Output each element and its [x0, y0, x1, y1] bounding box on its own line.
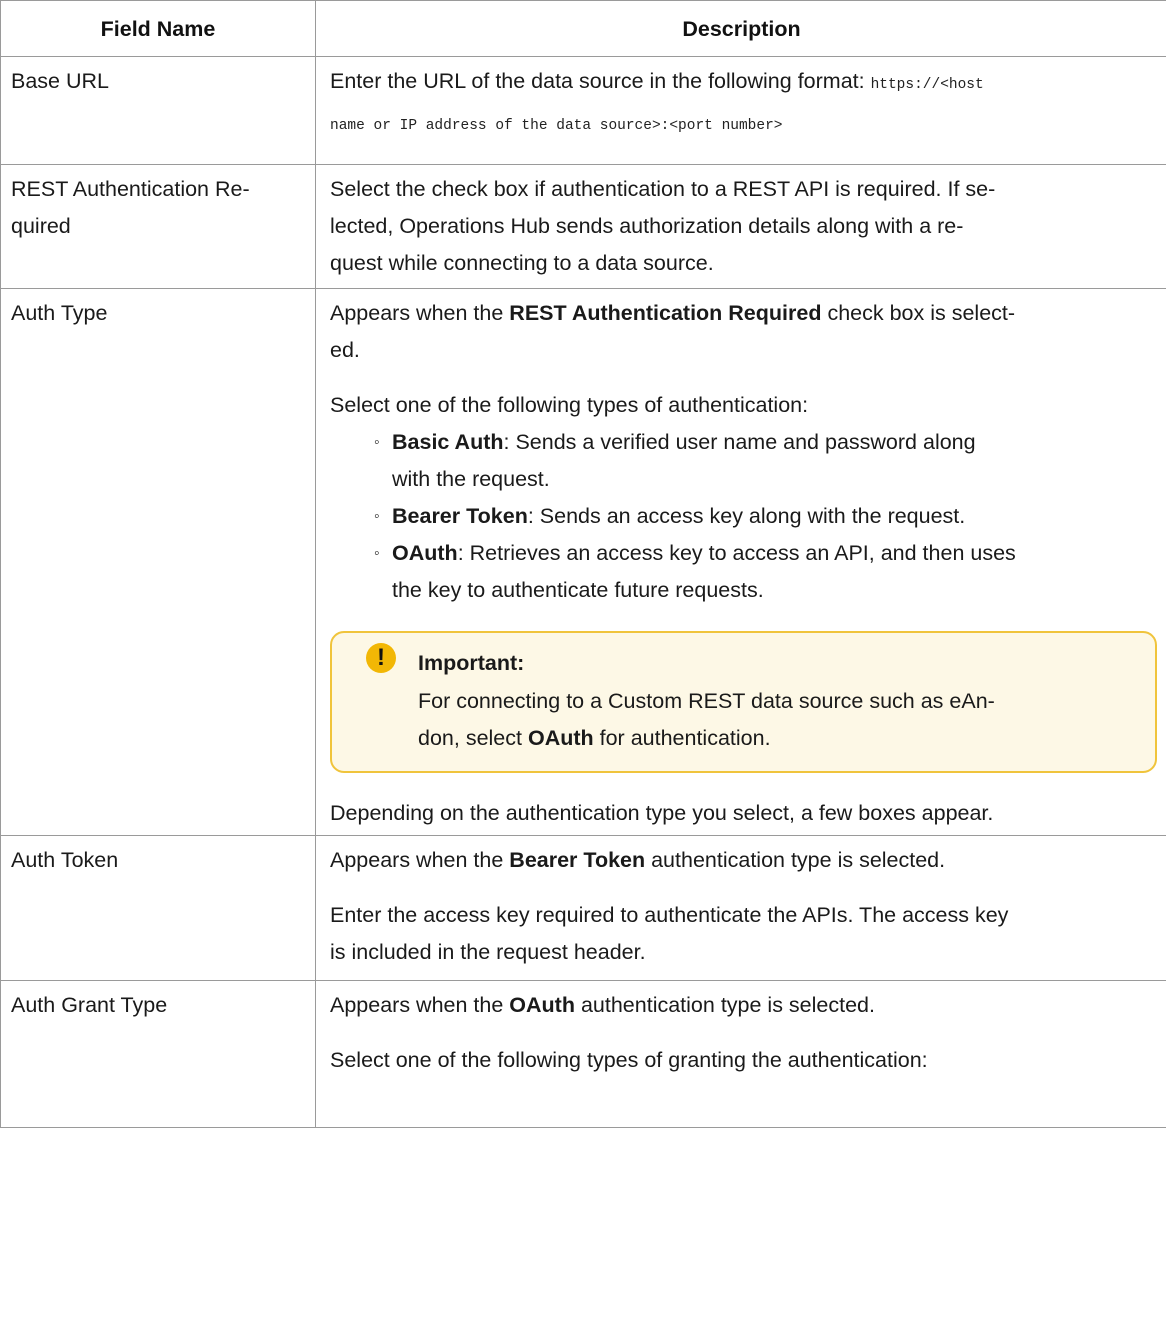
bold-term: Bearer Token	[509, 848, 646, 872]
description-line: lected, Operations Hub sends authorizati…	[330, 214, 964, 238]
text-span: Depending on the authentication type you…	[330, 801, 994, 825]
text-span: Enter the access key required to authent…	[330, 903, 1009, 927]
description-cell: Appears when the Bearer Token authentica…	[315, 835, 1166, 981]
option-text-continued: with the request.	[392, 467, 550, 491]
text-span: Select one of the following types of aut…	[330, 393, 809, 417]
text-span: for authentication.	[593, 726, 771, 750]
list-item: ◦ OAuth: Retrieves an access key to acces…	[374, 535, 1157, 609]
select-intro: Select one of the following types of gra…	[330, 1042, 1157, 1079]
bold-term: OAuth	[509, 993, 575, 1017]
url-format-code: https://<host	[870, 77, 984, 93]
list-item: ◦ Basic Auth: Sends a verified user name …	[374, 424, 1157, 498]
field-name: Base URL	[11, 69, 109, 93]
description-text: Enter the URL of the data source in the …	[330, 69, 871, 93]
field-name: Auth Grant Type	[11, 993, 168, 1017]
text-span: Appears when the	[330, 993, 510, 1017]
description-line: quest while connecting to a data source.	[330, 251, 714, 275]
option-text: : Sends a verified user name and passwor…	[503, 430, 976, 454]
list-item: ◦ Bearer Token: Sends an access key along…	[374, 498, 1157, 535]
important-note: ! Important: For connecting to a Custom …	[330, 631, 1157, 773]
field-name-continued: quired	[11, 214, 71, 238]
description-text: Enter the access key required to authent…	[330, 897, 1157, 971]
table-row: Base URL Enter the URL of the data sourc…	[0, 56, 1166, 165]
option-text-continued: the key to authenticate future requests.	[392, 578, 764, 602]
circle-bullet-icon: ◦	[374, 545, 380, 562]
table-header-row: Field Name Description	[0, 0, 1166, 57]
appears-when-text: Appears when the REST Authentication Req…	[330, 295, 1157, 369]
option-label: OAuth	[392, 541, 458, 565]
description-cell: Appears when the OAuth authentication ty…	[315, 980, 1166, 1128]
description-cell: Appears when the REST Authentication Req…	[315, 288, 1166, 836]
text-span: check box is select-	[821, 301, 1016, 325]
table-row: Auth Type Appears when the REST Authenti…	[0, 288, 1166, 836]
text-span: Select one of the following types of gra…	[330, 1048, 928, 1072]
column-header-description: Description	[315, 0, 1166, 57]
description-cell: Select the check box if authentication t…	[315, 164, 1166, 289]
text-span: don, select	[418, 726, 528, 750]
note-title: Important:	[418, 651, 525, 675]
field-name: Auth Type	[11, 301, 108, 325]
text-span: For connecting to a Custom REST data sou…	[418, 689, 995, 713]
option-label: Basic Auth	[392, 430, 504, 454]
field-name-cell: Base URL	[0, 56, 316, 165]
note-text: For connecting to a Custom REST data sou…	[418, 683, 1141, 757]
option-text: : Sends an access key along with the req…	[527, 504, 966, 528]
option-text: : Retrieves an access key to access an A…	[457, 541, 1016, 565]
field-name-cell: REST Authentication Re- quired	[0, 164, 316, 289]
field-name: Auth Token	[11, 848, 119, 872]
select-intro: Select one of the following types of aut…	[330, 387, 1157, 424]
circle-bullet-icon: ◦	[374, 508, 380, 525]
table-row: Auth Grant Type Appears when the OAuth a…	[0, 980, 1166, 1128]
depending-text: Depending on the authentication type you…	[330, 795, 1157, 832]
circle-bullet-icon: ◦	[374, 434, 380, 451]
text-span: authentication type is selected.	[645, 848, 946, 872]
description-line: Select the check box if authentication t…	[330, 177, 996, 201]
exclamation-icon: !	[366, 643, 396, 673]
table-row: REST Authentication Re- quired Select th…	[0, 164, 1166, 289]
auth-type-options-list: ◦ Basic Auth: Sends a verified user name …	[330, 424, 1157, 609]
bold-term: REST Authentication Required	[509, 301, 822, 325]
url-format-code-continued: name or IP address of the data source>:<…	[330, 118, 783, 134]
table-row: Auth Token Appears when the Bearer Token…	[0, 835, 1166, 981]
field-name-cell: Auth Grant Type	[0, 980, 316, 1128]
field-name: REST Authentication Re-	[11, 177, 250, 201]
field-description-table: Field Name Description Base URL Enter th…	[0, 0, 1166, 1128]
column-header-field-name: Field Name	[0, 0, 316, 57]
appears-when-text: Appears when the OAuth authentication ty…	[330, 987, 1157, 1024]
option-label: Bearer Token	[392, 504, 528, 528]
text-span: authentication type is selected.	[574, 993, 875, 1017]
text-span: is included in the request header.	[330, 940, 646, 964]
appears-when-text: Appears when the Bearer Token authentica…	[330, 842, 1157, 879]
description-cell: Enter the URL of the data source in the …	[315, 56, 1166, 165]
field-name-cell: Auth Token	[0, 835, 316, 981]
text-span: ed.	[330, 338, 360, 362]
bold-term: OAuth	[527, 726, 594, 750]
text-span: Appears when the	[330, 848, 510, 872]
field-name-cell: Auth Type	[0, 288, 316, 836]
text-span: Appears when the	[330, 301, 510, 325]
